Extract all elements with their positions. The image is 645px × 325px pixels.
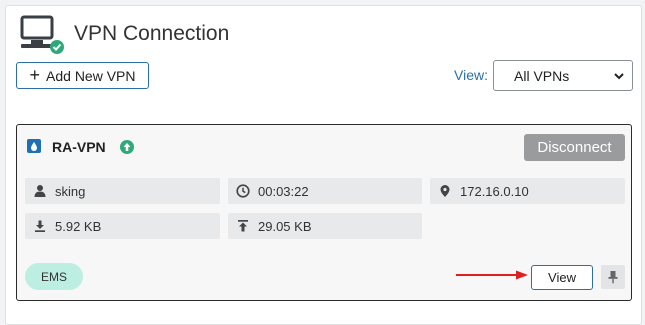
upload-icon (238, 220, 248, 232)
received-value: 5.92 KB (55, 218, 102, 234)
user-icon (34, 185, 46, 197)
pin-button[interactable] (601, 265, 625, 289)
view-filter-select[interactable]: All VPNs (493, 60, 633, 91)
received-stat: 5.92 KB (25, 213, 220, 239)
duration-stat: 00:03:22 (228, 178, 422, 204)
ems-badge: EMS (25, 263, 83, 290)
view-filter-label: View: (454, 67, 488, 83)
chevron-down-icon (614, 73, 624, 80)
vpn-monitor-check-icon (20, 15, 64, 54)
ip-stat: 172.16.0.10 (430, 178, 625, 204)
forticlient-logo-icon (27, 139, 41, 153)
user-stat: sking (25, 178, 220, 204)
download-icon (35, 220, 45, 232)
view-filter-value: All VPNs (514, 67, 570, 84)
duration-value: 00:03:22 (258, 183, 309, 199)
disconnect-button[interactable]: Disconnect (524, 134, 625, 161)
page-title: VPN Connection (74, 22, 230, 45)
location-pin-icon (440, 185, 450, 197)
vpn-connection-card: RA-VPN Disconnect sking 00:03:22 172.16.… (16, 124, 632, 301)
ip-value: 172.16.0.10 (460, 183, 529, 199)
plus-icon: + (29, 64, 41, 85)
status-up-icon (120, 140, 134, 154)
sent-stat: 29.05 KB (228, 213, 422, 239)
vpn-name: RA-VPN (52, 139, 106, 155)
user-value: sking (55, 183, 86, 199)
annotation-arrow-icon (456, 270, 528, 280)
sent-value: 29.05 KB (258, 218, 312, 234)
add-new-vpn-button[interactable]: + Add New VPN (16, 62, 149, 89)
pin-icon (608, 271, 618, 284)
add-new-vpn-label: Add New VPN (46, 67, 136, 84)
view-details-button[interactable]: View (531, 265, 593, 290)
clock-icon (236, 184, 250, 198)
